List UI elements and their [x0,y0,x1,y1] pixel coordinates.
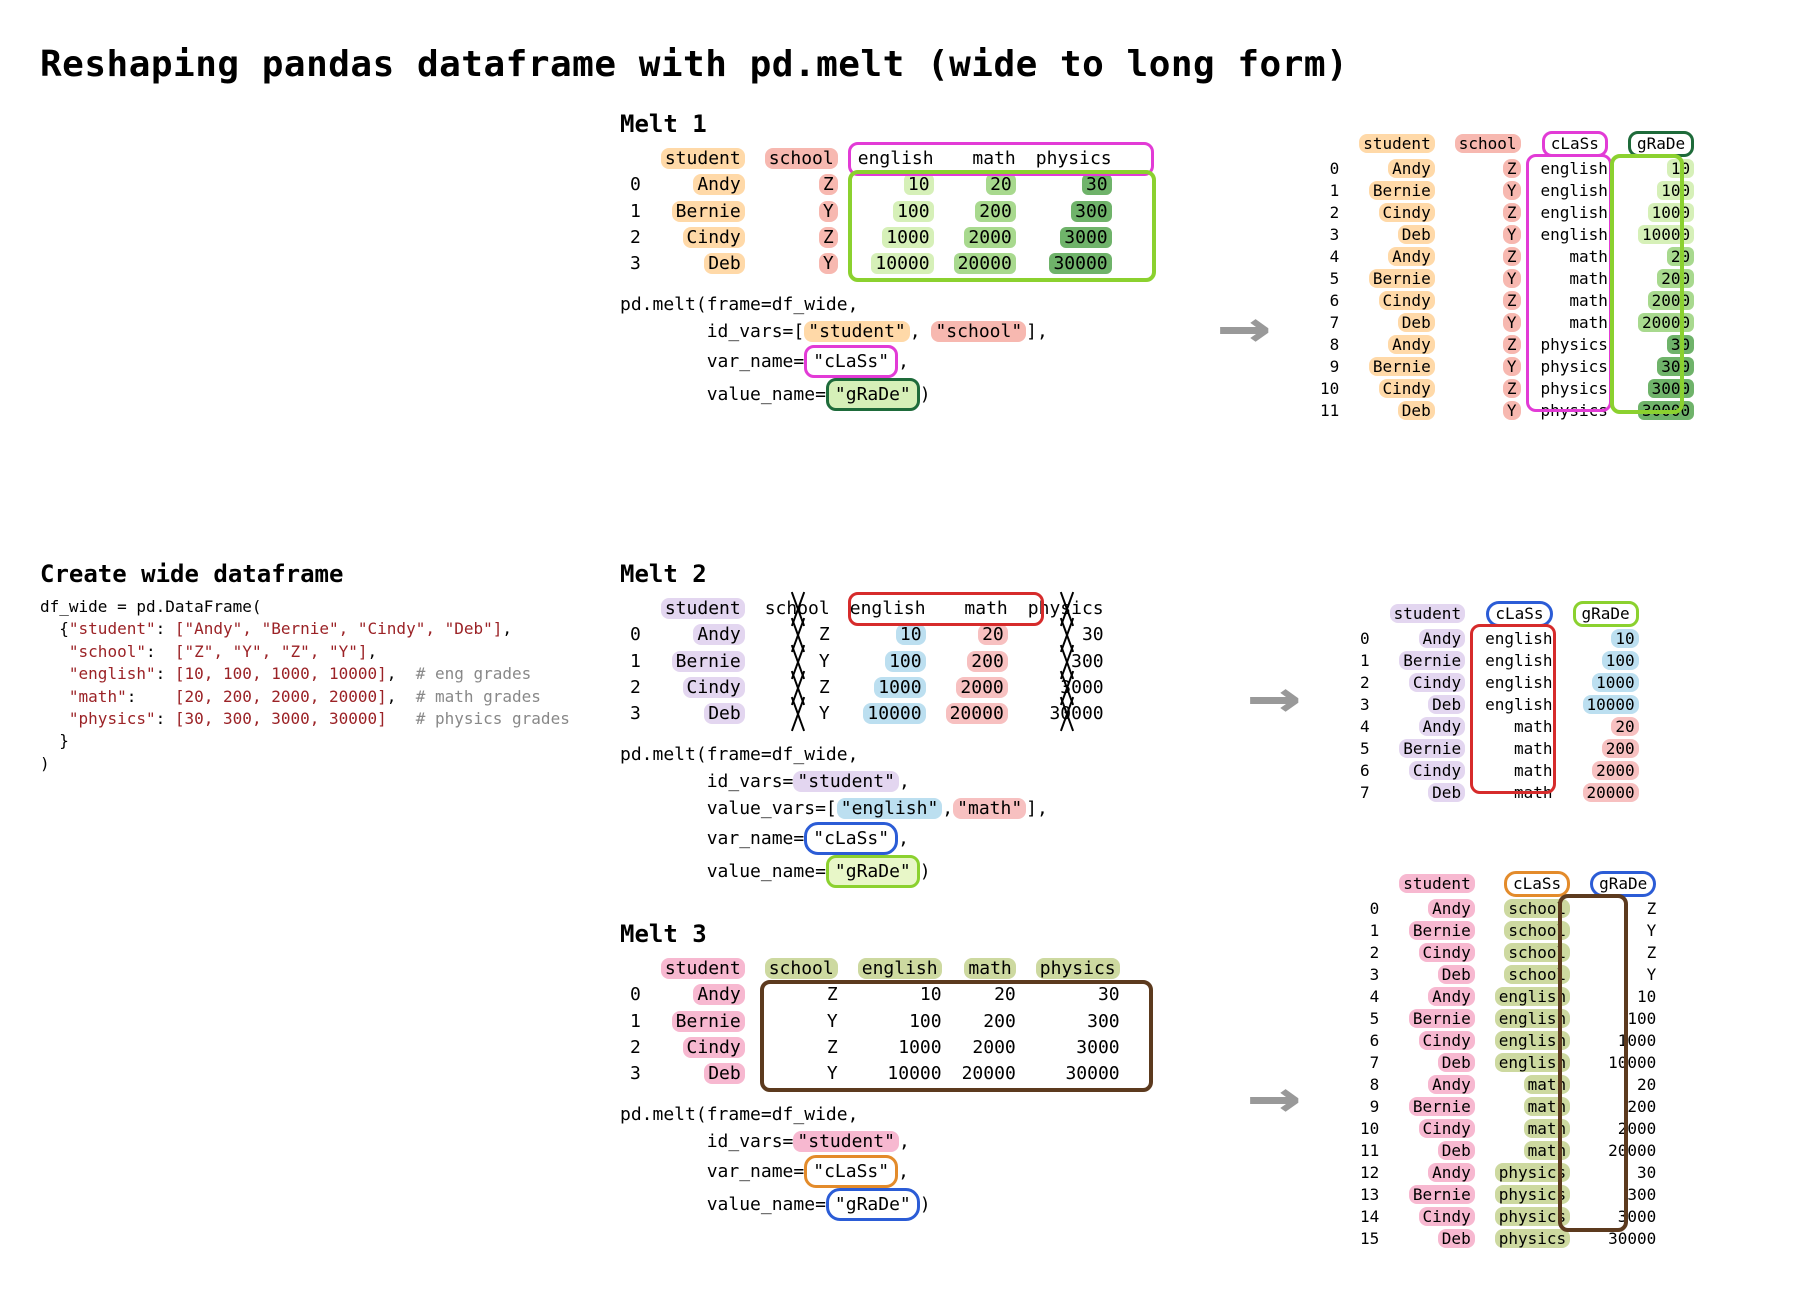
melt2-wide-table: student school english math physics 0And… [620,596,1114,727]
melt2-section: Melt 2 student school english math physi… [620,560,1180,888]
create-heading: Create wide dataframe [40,560,600,588]
create-wide-section: Create wide dataframe df_wide = pd.DataF… [40,560,600,775]
melt1-output: student school cLaSs gRaDe 0AndyZenglish… [1310,130,1710,426]
table-row: 0AndyZ102030 [620,172,1122,198]
melt3-wide-table: student school english math physics 0And… [620,956,1130,1087]
melt1-heading: Melt 1 [620,110,1180,138]
melt3-code: pd.melt(frame=df_wide, id_vars="student"… [620,1101,1180,1221]
melt1-section: Melt 1 student school english math physi… [620,110,1180,411]
melt3-output: student cLaSs gRaDe 0AndyschoolZ 1Bernie… [1350,870,1750,1254]
table-row: 3DebY100002000030000 [620,251,1122,277]
melt2-heading: Melt 2 [620,560,1180,588]
melt3-heading: Melt 3 [620,920,1180,948]
melt1-wide-table: student school english math physics 0And… [620,146,1122,277]
arrow-icon: → [1247,660,1301,734]
create-code: df_wide = pd.DataFrame( {"student": ["An… [40,596,600,775]
arrow-icon: → [1247,1060,1301,1134]
melt2-code: pd.melt(frame=df_wide, id_vars="student"… [620,741,1180,888]
arrow-icon: → [1217,290,1271,364]
table-row: 2CindyZ100020003000 [620,225,1122,251]
melt1-out-table: student school cLaSs gRaDe 0AndyZenglish… [1310,130,1704,422]
melt2-out-table: student cLaSs gRaDe 0Andyenglish10 1Bern… [1350,600,1649,804]
page-title: Reshaping pandas dataframe with pd.melt … [40,44,1348,85]
melt3-out-table: student cLaSs gRaDe 0AndyschoolZ 1Bernie… [1350,870,1666,1250]
melt1-code: pd.melt(frame=df_wide, id_vars=["student… [620,291,1180,411]
melt2-output: student cLaSs gRaDe 0Andyenglish10 1Bern… [1350,600,1750,808]
table-row: 1BernieY100200300 [620,199,1122,225]
melt3-section: Melt 3 student school english math physi… [620,920,1180,1221]
